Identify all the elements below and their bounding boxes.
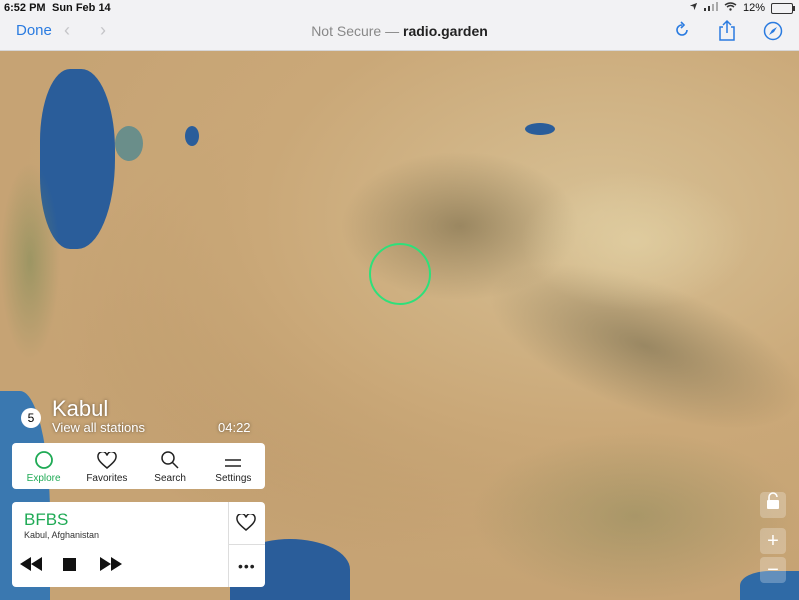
indian-plain-terrain xyxy=(470,431,799,600)
url-domain: radio.garden xyxy=(403,23,488,39)
stop-icon xyxy=(63,558,76,571)
zoom-in-button[interactable]: + xyxy=(760,528,786,554)
rewind-button[interactable] xyxy=(20,557,42,576)
url-security-label: Not Secure — xyxy=(311,23,400,39)
fast-forward-button[interactable] xyxy=(100,557,122,576)
station-name[interactable]: BFBS xyxy=(24,510,68,530)
inland-lake xyxy=(115,126,143,161)
green-terrain-west xyxy=(0,161,60,361)
battery-percent: 12% xyxy=(742,2,765,14)
tab-favorites-label: Favorites xyxy=(86,473,128,484)
small-lake xyxy=(185,126,199,146)
lock-rotation-button[interactable] xyxy=(760,492,786,518)
tab-explore-label: Explore xyxy=(26,473,61,484)
station-target-circle xyxy=(369,243,431,305)
battery-icon xyxy=(771,2,795,14)
tab-explore[interactable]: Explore xyxy=(12,443,75,489)
tab-search-label: Search xyxy=(154,473,186,484)
tab-favorites[interactable]: Favorites xyxy=(75,443,138,489)
zoom-out-button[interactable]: − xyxy=(760,557,786,583)
wifi-icon xyxy=(724,2,737,14)
signal-icon xyxy=(703,2,718,14)
location-icon xyxy=(689,2,698,14)
issyk-kul-lake xyxy=(525,123,555,135)
status-bar: 6:52 PM Sun Feb 14 12% xyxy=(0,0,799,16)
rewind-icon xyxy=(20,557,42,571)
tab-settings-label: Settings xyxy=(215,473,252,484)
bottom-tab-bar: Explore Favorites Search Settings xyxy=(12,443,265,489)
settings-lines-icon xyxy=(225,459,242,467)
share-icon[interactable] xyxy=(718,19,736,46)
fast-forward-icon xyxy=(100,557,122,571)
player-divider-horizontal xyxy=(228,544,265,545)
station-city-name: Kabul xyxy=(52,396,109,421)
station-count-badge: 5 xyxy=(21,408,41,428)
tab-settings[interactable]: Settings xyxy=(202,443,265,489)
browser-nav-bar: Done ‹ › Not Secure — radio.garden xyxy=(0,16,799,51)
stop-button[interactable] xyxy=(63,558,76,576)
status-time: 6:52 PM xyxy=(4,2,46,14)
more-options-button[interactable]: ••• xyxy=(238,558,256,574)
reload-icon[interactable] xyxy=(674,21,690,44)
taklamakan-desert xyxy=(520,171,750,311)
status-date: Sun Feb 14 xyxy=(52,2,111,14)
tab-search[interactable]: Search xyxy=(139,443,202,489)
compass-icon[interactable] xyxy=(763,21,783,46)
local-time: 04:22 xyxy=(218,420,251,435)
unlock-icon xyxy=(767,492,779,509)
status-right: 12% xyxy=(689,2,795,14)
search-icon xyxy=(161,451,179,469)
view-all-stations-link[interactable]: View all stations xyxy=(52,420,145,435)
favorite-station-button[interactable] xyxy=(236,512,256,537)
heart-icon xyxy=(97,452,117,469)
player-panel: BFBS Kabul, Afghanistan ••• xyxy=(12,502,265,587)
explore-circle-icon xyxy=(34,451,53,469)
station-location: Kabul, Afghanistan xyxy=(24,530,100,540)
heart-icon xyxy=(236,512,256,531)
